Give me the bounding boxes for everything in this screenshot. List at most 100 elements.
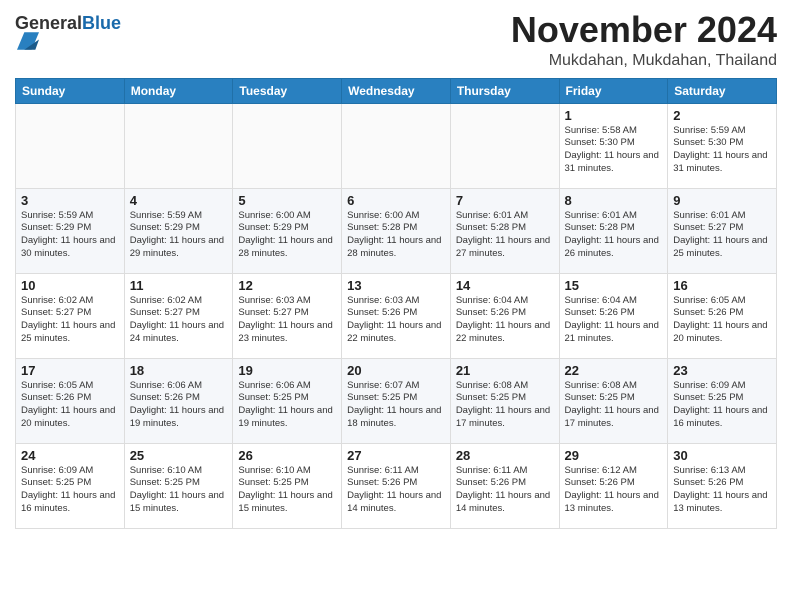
day-info: Sunrise: 6:05 AM Sunset: 5:26 PM Dayligh… [673, 295, 771, 346]
day-number: 19 [238, 363, 336, 378]
day-number: 29 [565, 448, 663, 463]
calendar-day-cell: 25 Sunrise: 6:10 AM Sunset: 5:25 PM Dayli… [124, 443, 233, 528]
day-info: Sunrise: 5:58 AM Sunset: 5:30 PM Dayligh… [565, 125, 663, 176]
logo-icon [17, 30, 39, 52]
day-info: Sunrise: 6:08 AM Sunset: 5:25 PM Dayligh… [565, 380, 663, 431]
calendar-day-cell: 26 Sunrise: 6:10 AM Sunset: 5:25 PM Dayli… [233, 443, 342, 528]
calendar-week-row: 3 Sunrise: 5:59 AM Sunset: 5:29 PM Daylig… [16, 188, 777, 273]
day-info: Sunrise: 6:07 AM Sunset: 5:25 PM Dayligh… [347, 380, 445, 431]
day-number: 3 [21, 193, 119, 208]
calendar-day-cell: 1 Sunrise: 5:58 AM Sunset: 5:30 PM Daylig… [559, 103, 668, 188]
title-block: November 2024 Mukdahan, Mukdahan, Thaila… [511, 10, 777, 70]
calendar-day-cell: 29 Sunrise: 6:12 AM Sunset: 5:26 PM Dayli… [559, 443, 668, 528]
weekday-header-cell: Sunday [16, 78, 125, 103]
day-number: 13 [347, 278, 445, 293]
day-info: Sunrise: 6:03 AM Sunset: 5:26 PM Dayligh… [347, 295, 445, 346]
day-number: 14 [456, 278, 554, 293]
day-info: Sunrise: 6:00 AM Sunset: 5:29 PM Dayligh… [238, 210, 336, 261]
day-info: Sunrise: 5:59 AM Sunset: 5:30 PM Dayligh… [673, 125, 771, 176]
calendar-day-cell: 9Sunrise: 6:01 AM Sunset: 5:27 PM Daylig… [668, 188, 777, 273]
day-number: 1 [565, 108, 663, 123]
day-number: 16 [673, 278, 771, 293]
calendar-day-cell: 14 Sunrise: 6:04 AM Sunset: 5:26 PM Dayli… [450, 273, 559, 358]
day-info: Sunrise: 6:12 AM Sunset: 5:26 PM Dayligh… [565, 465, 663, 516]
calendar-week-row: 1 Sunrise: 5:58 AM Sunset: 5:30 PM Daylig… [16, 103, 777, 188]
calendar-day-cell [233, 103, 342, 188]
weekday-header-cell: Saturday [668, 78, 777, 103]
logo-blue-text: Blue [82, 13, 121, 33]
calendar-day-cell: 2 Sunrise: 5:59 AM Sunset: 5:30 PM Daylig… [668, 103, 777, 188]
day-info: Sunrise: 6:01 AM Sunset: 5:27 PM Dayligh… [673, 210, 771, 261]
day-number: 22 [565, 363, 663, 378]
day-info: Sunrise: 6:03 AM Sunset: 5:27 PM Dayligh… [238, 295, 336, 346]
day-number: 5 [238, 193, 336, 208]
day-number: 26 [238, 448, 336, 463]
day-info: Sunrise: 6:08 AM Sunset: 5:25 PM Dayligh… [456, 380, 554, 431]
calendar-day-cell [16, 103, 125, 188]
day-number: 23 [673, 363, 771, 378]
day-info: Sunrise: 6:10 AM Sunset: 5:25 PM Dayligh… [130, 465, 228, 516]
calendar-day-cell: 27 Sunrise: 6:11 AM Sunset: 5:26 PM Dayli… [342, 443, 451, 528]
calendar-day-cell: 21Sunrise: 6:08 AM Sunset: 5:25 PM Dayli… [450, 358, 559, 443]
day-number: 7 [456, 193, 554, 208]
weekday-header-cell: Wednesday [342, 78, 451, 103]
calendar-day-cell: 24 Sunrise: 6:09 AM Sunset: 5:25 PM Dayli… [16, 443, 125, 528]
calendar-day-cell: 15 Sunrise: 6:04 AM Sunset: 5:26 PM Dayli… [559, 273, 668, 358]
day-number: 17 [21, 363, 119, 378]
calendar-day-cell: 20 Sunrise: 6:07 AM Sunset: 5:25 PM Dayli… [342, 358, 451, 443]
month-title: November 2024 [511, 10, 777, 50]
weekday-header-cell: Thursday [450, 78, 559, 103]
location-subtitle: Mukdahan, Mukdahan, Thailand [511, 52, 777, 70]
day-info: Sunrise: 6:13 AM Sunset: 5:26 PM Dayligh… [673, 465, 771, 516]
day-info: Sunrise: 6:01 AM Sunset: 5:28 PM Dayligh… [456, 210, 554, 261]
calendar-week-row: 17Sunrise: 6:05 AM Sunset: 5:26 PM Dayli… [16, 358, 777, 443]
day-info: Sunrise: 6:06 AM Sunset: 5:26 PM Dayligh… [130, 380, 228, 431]
logo: GeneralBlue [15, 14, 121, 57]
calendar-day-cell: 5 Sunrise: 6:00 AM Sunset: 5:29 PM Daylig… [233, 188, 342, 273]
calendar-day-cell [450, 103, 559, 188]
calendar-day-cell: 17Sunrise: 6:05 AM Sunset: 5:26 PM Dayli… [16, 358, 125, 443]
calendar-day-cell: 28 Sunrise: 6:11 AM Sunset: 5:26 PM Dayli… [450, 443, 559, 528]
day-info: Sunrise: 6:09 AM Sunset: 5:25 PM Dayligh… [21, 465, 119, 516]
day-number: 28 [456, 448, 554, 463]
calendar-week-row: 24 Sunrise: 6:09 AM Sunset: 5:25 PM Dayli… [16, 443, 777, 528]
day-info: Sunrise: 6:11 AM Sunset: 5:26 PM Dayligh… [456, 465, 554, 516]
day-number: 27 [347, 448, 445, 463]
day-info: Sunrise: 6:11 AM Sunset: 5:26 PM Dayligh… [347, 465, 445, 516]
calendar-day-cell: 18Sunrise: 6:06 AM Sunset: 5:26 PM Dayli… [124, 358, 233, 443]
day-number: 30 [673, 448, 771, 463]
calendar-day-cell: 22 Sunrise: 6:08 AM Sunset: 5:25 PM Dayli… [559, 358, 668, 443]
calendar-day-cell: 6Sunrise: 6:00 AM Sunset: 5:28 PM Daylig… [342, 188, 451, 273]
day-number: 25 [130, 448, 228, 463]
day-number: 15 [565, 278, 663, 293]
day-number: 4 [130, 193, 228, 208]
calendar-day-cell: 16 Sunrise: 6:05 AM Sunset: 5:26 PM Dayli… [668, 273, 777, 358]
day-number: 10 [21, 278, 119, 293]
calendar-day-cell: 4Sunrise: 5:59 AM Sunset: 5:29 PM Daylig… [124, 188, 233, 273]
day-info: Sunrise: 6:02 AM Sunset: 5:27 PM Dayligh… [21, 295, 119, 346]
day-number: 12 [238, 278, 336, 293]
calendar-day-cell [342, 103, 451, 188]
day-number: 20 [347, 363, 445, 378]
day-info: Sunrise: 6:00 AM Sunset: 5:28 PM Dayligh… [347, 210, 445, 261]
day-info: Sunrise: 6:04 AM Sunset: 5:26 PM Dayligh… [456, 295, 554, 346]
calendar-day-cell: 23Sunrise: 6:09 AM Sunset: 5:25 PM Dayli… [668, 358, 777, 443]
day-number: 24 [21, 448, 119, 463]
calendar-day-cell: 8 Sunrise: 6:01 AM Sunset: 5:28 PM Daylig… [559, 188, 668, 273]
weekday-header-cell: Friday [559, 78, 668, 103]
day-info: Sunrise: 6:01 AM Sunset: 5:28 PM Dayligh… [565, 210, 663, 261]
calendar-day-cell: 12 Sunrise: 6:03 AM Sunset: 5:27 PM Dayli… [233, 273, 342, 358]
calendar-table: SundayMondayTuesdayWednesdayThursdayFrid… [15, 78, 777, 529]
day-number: 8 [565, 193, 663, 208]
day-number: 2 [673, 108, 771, 123]
calendar-day-cell: 30 Sunrise: 6:13 AM Sunset: 5:26 PM Dayli… [668, 443, 777, 528]
calendar-day-cell: 3 Sunrise: 5:59 AM Sunset: 5:29 PM Daylig… [16, 188, 125, 273]
day-info: Sunrise: 6:06 AM Sunset: 5:25 PM Dayligh… [238, 380, 336, 431]
day-info: Sunrise: 6:04 AM Sunset: 5:26 PM Dayligh… [565, 295, 663, 346]
day-info: Sunrise: 6:02 AM Sunset: 5:27 PM Dayligh… [130, 295, 228, 346]
day-number: 11 [130, 278, 228, 293]
day-info: Sunrise: 6:10 AM Sunset: 5:25 PM Dayligh… [238, 465, 336, 516]
day-info: Sunrise: 5:59 AM Sunset: 5:29 PM Dayligh… [21, 210, 119, 261]
calendar-day-cell [124, 103, 233, 188]
calendar-day-cell: 7 Sunrise: 6:01 AM Sunset: 5:28 PM Daylig… [450, 188, 559, 273]
